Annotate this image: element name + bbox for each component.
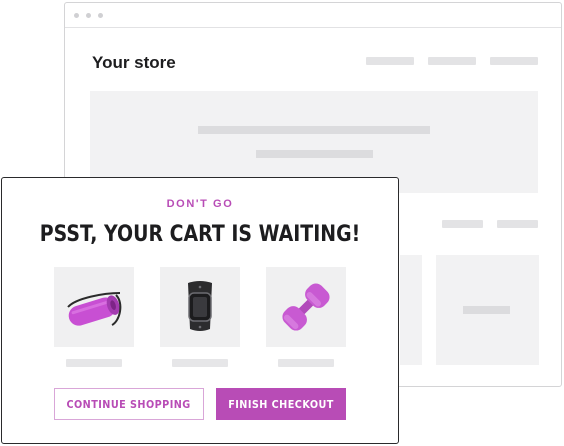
hero-text-placeholder	[198, 126, 430, 134]
popup-headline: PSST, YOUR CART IS WAITING!	[39, 222, 361, 247]
product-caption-placeholder	[66, 359, 122, 367]
yoga-mat-icon	[67, 292, 122, 326]
product-card[interactable]	[400, 255, 422, 365]
window-dot-icon	[74, 13, 79, 18]
nav-link-placeholder[interactable]	[366, 57, 414, 65]
continue-shopping-button[interactable]: CONTINUE SHOPPING	[54, 388, 204, 420]
browser-title-bar	[65, 3, 561, 28]
section-link-placeholder[interactable]	[497, 220, 538, 228]
continue-shopping-label: CONTINUE SHOPPING	[66, 397, 192, 411]
card-text-placeholder	[463, 306, 510, 314]
product-image-fitness-tracker[interactable]	[160, 267, 240, 347]
dumbbell-icon	[282, 283, 330, 331]
nav-link-placeholder[interactable]	[428, 57, 476, 65]
section-link-placeholder[interactable]	[442, 220, 483, 228]
finish-checkout-label: FINISH CHECKOUT	[228, 397, 334, 411]
nav-link-placeholder[interactable]	[490, 57, 538, 65]
product-caption-placeholder	[278, 359, 334, 367]
fitness-tracker-icon	[188, 281, 212, 331]
window-dot-icon	[98, 13, 103, 18]
cart-reminder-popup: DON'T GO PSST, YOUR CART IS WAITING! CON…	[1, 177, 399, 444]
product-image-yoga-mat[interactable]	[54, 267, 134, 347]
product-image-dumbbell[interactable]	[266, 267, 346, 347]
product-caption-placeholder	[172, 359, 228, 367]
store-title: Your store	[92, 53, 176, 72]
product-card[interactable]	[436, 255, 539, 365]
popup-eyebrow: DON'T GO	[166, 198, 234, 210]
hero-text-placeholder	[256, 150, 373, 158]
window-dot-icon	[86, 13, 91, 18]
finish-checkout-button[interactable]: FINISH CHECKOUT	[216, 388, 346, 420]
